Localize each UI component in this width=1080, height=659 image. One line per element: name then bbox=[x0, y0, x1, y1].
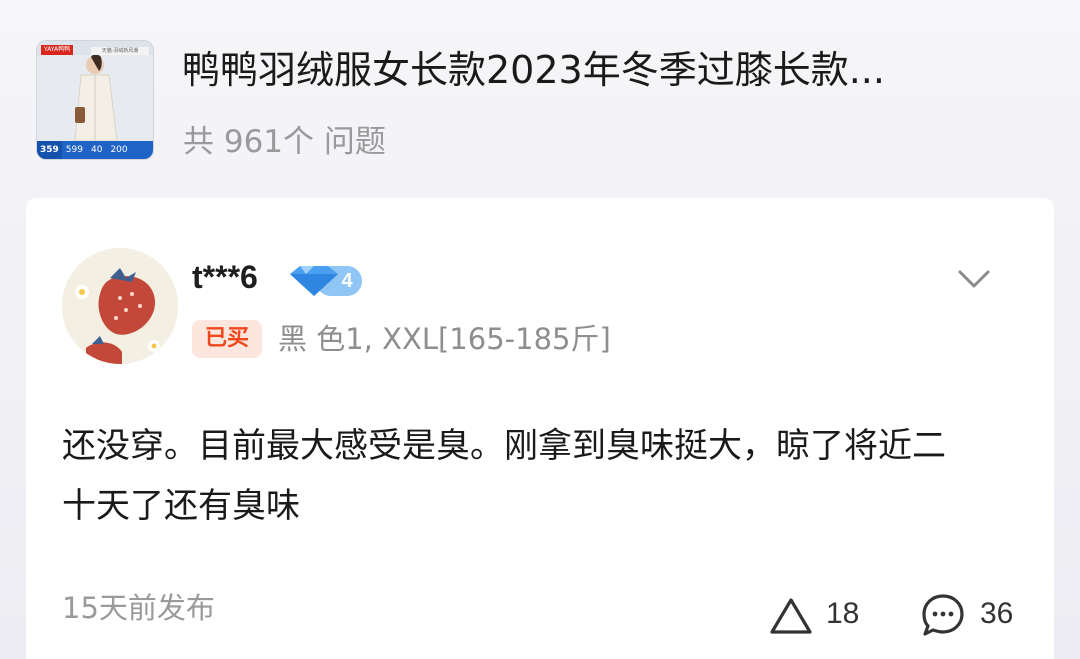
question-text[interactable]: 还没穿。目前最大感受是臭。刚拿到臭味挺大，晾了将近二十天了还有臭味 bbox=[62, 416, 962, 536]
product-qa-page: YAYA鸭鸭 天猫·羽绒新风潮 359 599 40 200 鸭鸭羽绒服女长款2… bbox=[0, 0, 1080, 659]
triangle-up-icon[interactable] bbox=[768, 596, 814, 636]
product-title[interactable]: 鸭鸭羽绒服女长款2023年冬季过膝长款... bbox=[182, 44, 1012, 96]
purchased-badge: 已买 bbox=[192, 320, 262, 358]
product-header[interactable]: YAYA鸭鸭 天猫·羽绒新风潮 359 599 40 200 鸭鸭羽绒服女长款2… bbox=[0, 0, 1080, 196]
username[interactable]: t***6 bbox=[192, 256, 258, 298]
question-card[interactable]: t***6 4 已买 黑 色1, XXL[165-185斤] 还没穿。目前最大感… bbox=[26, 198, 1054, 659]
level-badge: 4 bbox=[286, 264, 364, 298]
thumbnail-price-main: 359 bbox=[37, 141, 62, 159]
thumbnail-price-item: 599 bbox=[65, 145, 83, 155]
strawberry-avatar-image bbox=[62, 248, 178, 364]
thumbnail-tag: 天猫·羽绒新风潮 bbox=[91, 47, 149, 55]
question-count: 共 961个 问题 bbox=[183, 124, 386, 160]
thumbnail-brand: YAYA鸭鸭 bbox=[41, 45, 74, 55]
sku-info: 黑 色1, XXL[165-185斤] bbox=[278, 322, 611, 356]
level-number: 4 bbox=[341, 270, 353, 292]
thumbnail-price-bar: 359 599 40 200 bbox=[37, 141, 153, 159]
avatar[interactable] bbox=[62, 248, 178, 364]
like-count[interactable]: 18 bbox=[826, 594, 859, 634]
post-time: 15天前发布 bbox=[62, 591, 215, 625]
product-thumbnail[interactable]: YAYA鸭鸭 天猫·羽绒新风潮 359 599 40 200 bbox=[36, 40, 154, 160]
chat-bubble-icon[interactable] bbox=[920, 592, 966, 638]
thumbnail-price-item: 40 bbox=[90, 145, 103, 155]
thumbnail-price-item: 200 bbox=[110, 145, 128, 155]
chevron-down-icon[interactable] bbox=[956, 268, 992, 292]
comment-count[interactable]: 36 bbox=[980, 594, 1013, 634]
